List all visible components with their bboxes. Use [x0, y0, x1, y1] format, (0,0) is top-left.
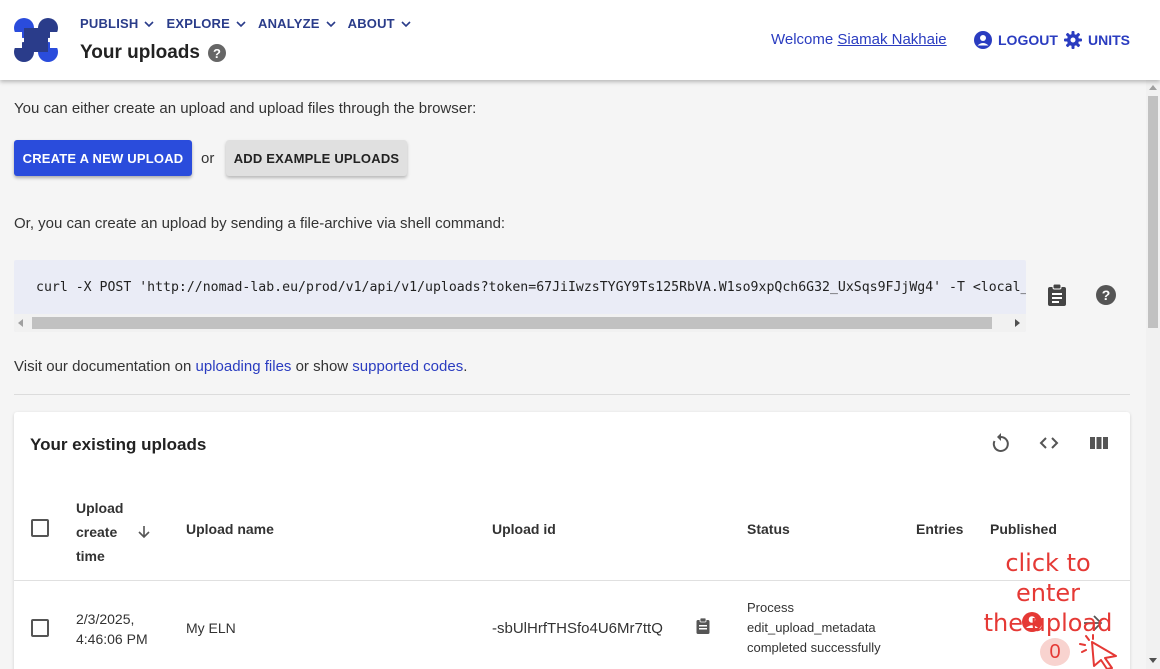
units-label: UNITS [1088, 32, 1130, 48]
welcome-prefix: Welcome [771, 31, 834, 48]
column-header-entries[interactable]: Entries [916, 521, 963, 537]
status-line: edit_upload_metadata [747, 620, 876, 635]
column-header-text: time [76, 548, 105, 564]
docs-middle: or show [295, 358, 349, 375]
scroll-right-icon[interactable] [1015, 319, 1020, 327]
docs-suffix: . [463, 358, 468, 375]
column-header-create-time[interactable]: Upload create time [76, 496, 151, 568]
status-line: Process [747, 600, 794, 615]
annotation-text: click to enter the upload [970, 548, 1126, 638]
clipboard-icon[interactable] [696, 618, 710, 634]
intro-text: You can either create an upload and uplo… [14, 100, 477, 117]
upload-name: My ELN [186, 620, 236, 636]
gear-icon [1064, 31, 1082, 49]
logout-label: LOGOUT [998, 32, 1058, 48]
nav-label: ANALYZE [258, 16, 320, 31]
or-text: or [201, 150, 215, 167]
divider [14, 394, 1130, 395]
uploads-card: Your existing uploads Upload create time… [14, 412, 1130, 669]
uploads-title: Your existing uploads [30, 435, 207, 454]
main-nav: PUBLISH EXPLORE ANALYZE ABOUT [80, 16, 415, 31]
chevron-down-icon [144, 20, 155, 27]
scroll-up-icon[interactable] [1149, 85, 1157, 90]
nav-label: EXPLORE [166, 16, 230, 31]
column-header-text: Upload [76, 500, 124, 516]
help-icon[interactable]: ? [1096, 285, 1116, 305]
nav-about[interactable]: ABOUT [348, 16, 411, 31]
horizontal-scrollbar[interactable] [14, 314, 1026, 332]
nav-analyze[interactable]: ANALYZE [258, 16, 336, 31]
scrollbar-thumb[interactable] [32, 317, 992, 329]
column-header-upload-name[interactable]: Upload name [186, 521, 274, 537]
shell-text: Or, you can create an upload by sending … [14, 215, 506, 232]
sort-down-arrow-icon[interactable] [137, 525, 151, 539]
documentation-text: Visit our documentation on uploading fil… [14, 358, 467, 375]
uploading-files-link[interactable]: uploading files [196, 358, 292, 375]
column-header-status[interactable]: Status [747, 521, 790, 537]
page-title: Your uploads ? [80, 42, 226, 64]
upload-date: 2/3/2025, [76, 611, 135, 627]
row-checkbox[interactable] [31, 619, 49, 637]
column-header-published[interactable]: Published [990, 521, 1057, 537]
column-header-upload-id[interactable]: Upload id [492, 521, 556, 537]
curl-command: curl -X POST 'http://nomad-lab.eu/prod/v… [36, 280, 1026, 295]
units-button[interactable]: UNITS [1064, 31, 1130, 49]
welcome-text: Welcome Siamak Nakhaie [771, 31, 947, 48]
row-separator [14, 580, 1130, 581]
logout-button[interactable]: LOGOUT [974, 31, 1058, 49]
account-circle-icon [974, 31, 992, 49]
refresh-icon[interactable] [990, 432, 1012, 454]
docs-prefix: Visit our documentation on [14, 358, 192, 375]
nav-explore[interactable]: EXPLORE [166, 16, 246, 31]
upload-time: 4:46:06 PM [76, 631, 148, 647]
nav-label: ABOUT [347, 16, 395, 31]
upload-id-link[interactable]: -sbUlHrfTHSfo4U6Mr7ttQ [492, 620, 663, 637]
code-icon[interactable] [1038, 432, 1060, 454]
chevron-down-icon [401, 20, 411, 27]
app-header: PUBLISH EXPLORE ANALYZE ABOUT Your uploa… [0, 0, 1160, 80]
help-icon[interactable]: ? [207, 44, 226, 62]
scroll-left-icon[interactable] [18, 319, 23, 327]
upload-status: Process edit_upload_metadata completed s… [747, 598, 881, 658]
create-upload-button[interactable]: CREATE A NEW UPLOAD [14, 140, 192, 176]
status-line: completed successfully [747, 640, 881, 655]
column-header-line: create [76, 520, 151, 544]
nav-publish[interactable]: PUBLISH [80, 16, 155, 31]
scrollbar-thumb[interactable] [1148, 96, 1158, 328]
view-column-icon[interactable] [1088, 432, 1110, 454]
user-name-link[interactable]: Siamak Nakhaie [837, 31, 946, 48]
clipboard-icon[interactable] [1047, 284, 1067, 306]
add-example-uploads-button[interactable]: ADD EXAMPLE UPLOADS [226, 140, 407, 176]
scroll-down-icon[interactable] [1149, 658, 1157, 663]
nav-label: PUBLISH [80, 16, 139, 31]
curl-command-box: curl -X POST 'http://nomad-lab.eu/prod/v… [14, 260, 1026, 332]
select-all-checkbox[interactable] [31, 519, 49, 537]
column-header-text: create [76, 524, 118, 540]
entries-count: 0 [1040, 638, 1070, 666]
nomad-logo[interactable] [14, 18, 58, 62]
vertical-scrollbar[interactable] [1146, 80, 1160, 669]
pointer-cursor-icon [1079, 634, 1117, 669]
supported-codes-link[interactable]: supported codes [352, 358, 463, 375]
chevron-down-icon [236, 20, 246, 27]
page-title-text: Your uploads [80, 42, 200, 63]
chevron-down-icon [326, 20, 336, 27]
upload-create-time: 2/3/2025, 4:46:06 PM [76, 609, 148, 649]
annotation-line: click to enter [1005, 549, 1091, 607]
